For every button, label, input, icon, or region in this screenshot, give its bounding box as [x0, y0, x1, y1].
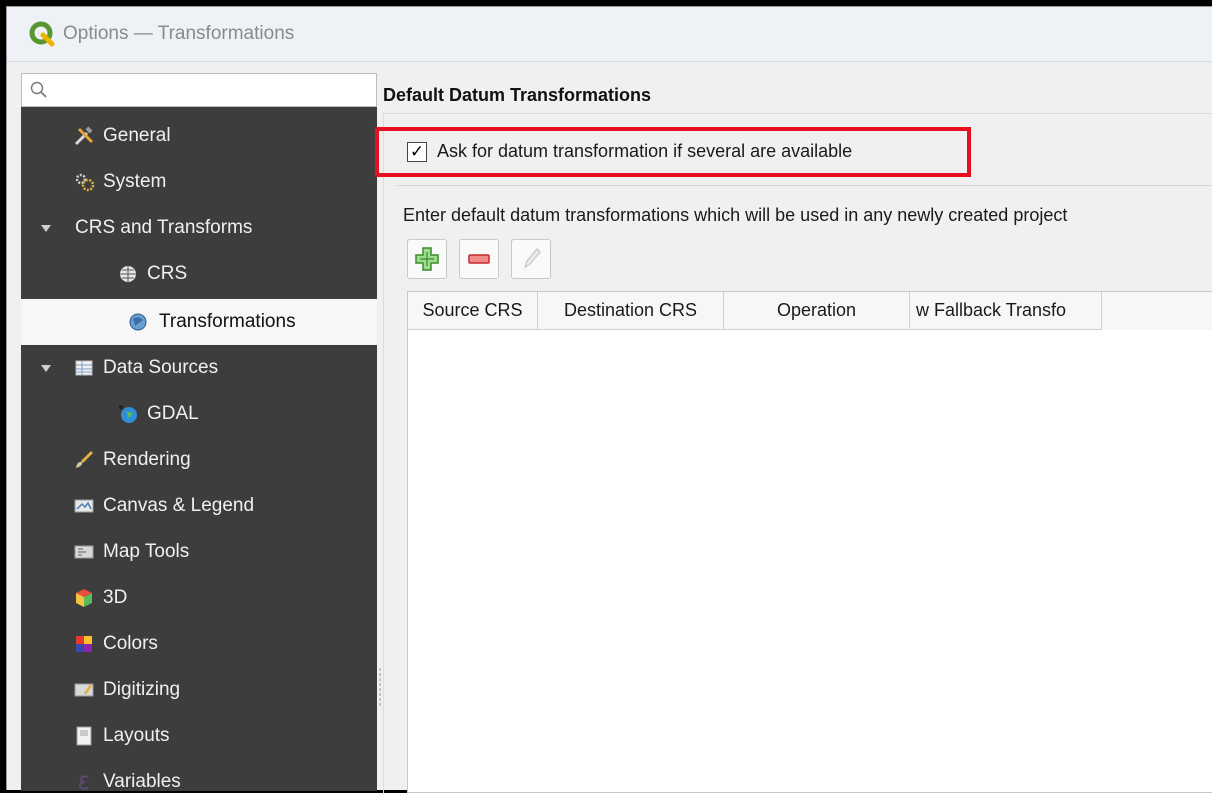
- sidebar-item-label: 3D: [103, 587, 128, 608]
- variable-epsilon-icon: [78, 775, 89, 790]
- search-input[interactable]: [54, 80, 354, 100]
- table-header: Source CRS Destination CRS Operation w F…: [408, 292, 1212, 330]
- sidebar-item-label: GDAL: [147, 403, 199, 424]
- sidebar-item-label: System: [103, 171, 167, 192]
- sidebar-item-label: Data Sources: [103, 357, 219, 378]
- cube-icon: [76, 589, 92, 607]
- ask-datum-checkbox-row[interactable]: ✓ Ask for datum transformation if severa…: [407, 141, 852, 162]
- search-icon: [30, 81, 47, 98]
- sidebar-item-system[interactable]: System: [21, 159, 377, 205]
- remove-icon: [468, 254, 490, 264]
- sidebar-item-crs-and-transforms[interactable]: CRS and Transforms: [21, 205, 377, 251]
- divider: [397, 185, 1212, 186]
- sidebar-item-label: Map Tools: [103, 541, 190, 562]
- gdal-globe-icon: [119, 405, 137, 423]
- brush-icon: [76, 450, 94, 468]
- sidebar-item-label: Canvas & Legend: [103, 495, 255, 516]
- sidebar-item-label: Variables: [103, 771, 181, 791]
- sidebar-item-crs[interactable]: CRS: [21, 251, 377, 297]
- qgis-logo-icon: [29, 21, 55, 47]
- globe-transform-icon: [129, 313, 147, 331]
- sidebar-item-label: CRS: [147, 263, 188, 284]
- transformations-table[interactable]: Source CRS Destination CRS Operation w F…: [407, 291, 1212, 793]
- sidebar-item-label: Digitizing: [103, 679, 181, 700]
- sidebar-item-variables[interactable]: Variables: [21, 759, 377, 791]
- digitizing-icon: [74, 683, 94, 697]
- sidebar-item-colors[interactable]: Colors: [21, 621, 377, 667]
- search-box[interactable]: [21, 73, 377, 107]
- table-toolbar: [407, 239, 563, 279]
- tools-icon: [74, 126, 94, 146]
- edit-transformation-button[interactable]: [511, 239, 551, 279]
- window-title: Options — Transformations: [63, 23, 295, 44]
- add-icon: [415, 247, 439, 271]
- sidebar-item-label: Rendering: [103, 449, 191, 470]
- expand-arrow-icon[interactable]: [41, 365, 51, 372]
- options-window: Options — Transformations General System…: [6, 6, 1212, 793]
- sidebar-item-canvas-legend[interactable]: Canvas & Legend: [21, 483, 377, 529]
- add-transformation-button[interactable]: [407, 239, 447, 279]
- globe-icon: [120, 266, 136, 282]
- column-header-operation[interactable]: Operation: [724, 292, 910, 330]
- title-bar: Options — Transformations: [7, 7, 1212, 62]
- options-sidebar: General System CRS and Transforms CRS Tr…: [21, 73, 377, 791]
- sidebar-item-general[interactable]: General: [21, 113, 377, 159]
- map-tools-icon: [74, 545, 94, 559]
- sidebar-item-label: General: [103, 125, 171, 146]
- transformations-pane: Default Datum Transformations ✓ Ask for …: [375, 73, 1212, 793]
- expand-arrow-icon[interactable]: [41, 225, 51, 232]
- sidebar-item-label: Colors: [103, 633, 158, 654]
- section-title: Default Datum Transformations: [383, 85, 652, 105]
- sidebar-item-map-tools[interactable]: Map Tools: [21, 529, 377, 575]
- sidebar-item-layouts[interactable]: Layouts: [21, 713, 377, 759]
- sidebar-item-3d[interactable]: 3D: [21, 575, 377, 621]
- table-icon: [75, 360, 93, 376]
- sidebar-item-transformations[interactable]: Transformations: [21, 299, 377, 345]
- sidebar-item-label: CRS and Transforms: [75, 217, 253, 238]
- sidebar-item-digitizing[interactable]: Digitizing: [21, 667, 377, 713]
- sidebar-item-data-sources[interactable]: Data Sources: [21, 345, 377, 391]
- edit-pencil-icon: [523, 248, 541, 269]
- remove-transformation-button[interactable]: [459, 239, 499, 279]
- column-header-source-crs[interactable]: Source CRS: [408, 292, 538, 330]
- canvas-icon: [74, 499, 94, 513]
- options-tree: General System CRS and Transforms CRS Tr…: [21, 107, 377, 791]
- color-palette-icon: [76, 636, 92, 652]
- sidebar-item-rendering[interactable]: Rendering: [21, 437, 377, 483]
- sidebar-item-label: Layouts: [103, 725, 170, 746]
- column-header-destination-crs[interactable]: Destination CRS: [538, 292, 724, 330]
- system-gear-icon: [75, 173, 95, 192]
- sidebar-item-gdal[interactable]: GDAL: [21, 391, 377, 437]
- ask-datum-checkbox-label[interactable]: Ask for datum transformation if several …: [437, 141, 852, 162]
- splitter-handle[interactable]: [379, 667, 381, 707]
- sidebar-item-label: Transformations: [159, 311, 296, 332]
- layout-icon: [76, 726, 92, 746]
- column-header-fallback[interactable]: w Fallback Transfo: [910, 292, 1102, 330]
- ask-datum-checkbox[interactable]: ✓: [407, 141, 427, 162]
- hint-text: Enter default datum transformations whic…: [403, 205, 1068, 225]
